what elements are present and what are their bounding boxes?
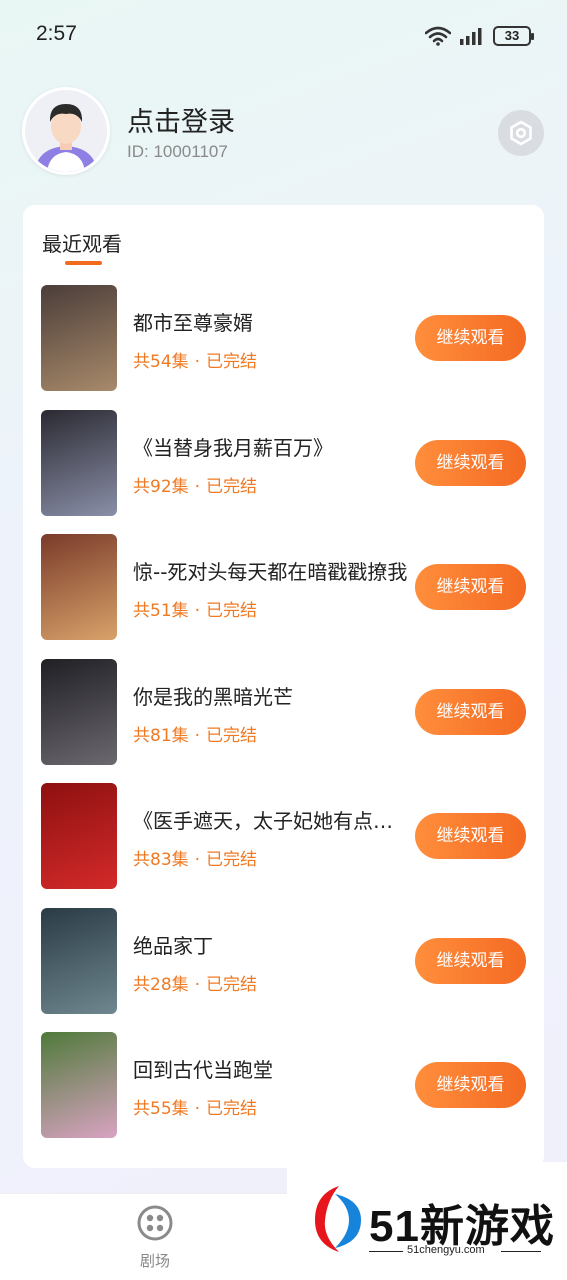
- recent-watch-title: 最近观看: [42, 232, 122, 256]
- continue-watching-button[interactable]: 继续观看: [415, 688, 526, 735]
- profile-header: 点击登录 ID: 10001107: [0, 85, 567, 185]
- drama-status: 已完结: [206, 725, 258, 746]
- drama-meta: 共55集 · 已完结: [133, 1094, 257, 1119]
- wifi-icon: [425, 26, 451, 46]
- drama-episodes: 共81集: [133, 725, 189, 746]
- recent-watch-card: 最近观看 都市至尊豪婿 共54集 · 已完结 继续观看 《当替身我月薪百万》 共92…: [23, 205, 544, 1168]
- drama-title: 你是我的黑暗光芒: [133, 684, 293, 709]
- drama-item[interactable]: 绝品家丁 共28集 · 已完结 继续观看: [23, 907, 544, 1033]
- watermark-logo-icon: [315, 1186, 361, 1252]
- continue-watching-button[interactable]: 继续观看: [415, 937, 526, 984]
- drama-title: 惊--死对头每天都在暗戳戳撩我: [133, 560, 408, 584]
- drama-item[interactable]: 你是我的黑暗光芒 共81集 · 已完结 继续观看: [23, 658, 544, 784]
- drama-episodes: 共83集: [133, 850, 189, 870]
- default-avatar-icon: [25, 90, 107, 172]
- continue-watching-button[interactable]: 继续观看: [415, 1062, 526, 1108]
- drama-episodes: 共55集: [133, 1099, 189, 1119]
- drama-status: 已完结: [206, 974, 258, 995]
- theater-icon: [137, 1205, 173, 1241]
- watermark-line-right: [501, 1251, 541, 1252]
- drama-meta: 共51集 · 已完结: [133, 596, 257, 621]
- drama-status: 已完结: [206, 1099, 258, 1119]
- meta-separator: ·: [194, 352, 201, 372]
- drama-episodes: 共51集: [133, 601, 189, 621]
- drama-title: 《当替身我月薪百万》: [133, 435, 333, 460]
- avatar[interactable]: [22, 87, 110, 175]
- meta-separator: ·: [194, 850, 201, 870]
- user-id: ID: 10001107: [127, 142, 228, 161]
- drama-list: 都市至尊豪婿 共54集 · 已完结 继续观看 《当替身我月薪百万》 共92集 · 已完结…: [23, 285, 544, 1157]
- drama-meta: 共81集 · 已完结: [133, 721, 257, 746]
- site-watermark: 51新游戏 51chengyu.com: [287, 1162, 567, 1280]
- meta-separator: ·: [194, 1099, 201, 1119]
- settings-hexagon-icon: [510, 120, 532, 146]
- continue-watching-button[interactable]: 继续观看: [415, 439, 526, 486]
- drama-cover[interactable]: [41, 783, 117, 889]
- meta-separator: ·: [194, 476, 201, 497]
- battery-icon: 33: [493, 26, 534, 46]
- drama-item[interactable]: 都市至尊豪婿 共54集 · 已完结 继续观看: [23, 285, 544, 410]
- continue-watching-button[interactable]: 继续观看: [415, 315, 526, 361]
- drama-item[interactable]: 回到古代当跑堂 共55集 · 已完结 继续观看: [23, 1032, 544, 1157]
- drama-cover[interactable]: [41, 658, 117, 765]
- drama-cover[interactable]: [41, 409, 117, 516]
- drama-cover[interactable]: [41, 1032, 117, 1138]
- drama-status: 已完结: [206, 601, 258, 621]
- drama-episodes: 共54集: [133, 352, 189, 372]
- settings-button[interactable]: [498, 110, 544, 156]
- drama-meta: 共83集 · 已完结: [133, 845, 257, 870]
- drama-meta: 共28集 · 已完结: [133, 970, 257, 995]
- meta-separator: ·: [194, 974, 201, 995]
- continue-watching-button[interactable]: 继续观看: [415, 564, 526, 610]
- drama-status: 已完结: [206, 352, 258, 372]
- drama-episodes: 共92集: [133, 476, 189, 497]
- drama-cover[interactable]: [41, 285, 117, 391]
- watermark-line-left: [369, 1251, 403, 1252]
- continue-watching-button[interactable]: 继续观看: [415, 813, 526, 859]
- drama-meta: 共92集 · 已完结: [133, 472, 257, 497]
- meta-separator: ·: [194, 601, 201, 621]
- meta-separator: ·: [194, 725, 201, 746]
- drama-cover[interactable]: [41, 907, 117, 1014]
- drama-episodes: 共28集: [133, 974, 189, 995]
- watermark-sub: 51chengyu.com: [407, 1244, 485, 1256]
- drama-item[interactable]: 惊--死对头每天都在暗戳戳撩我 共51集 · 已完结 继续观看: [23, 534, 544, 659]
- tab-theater[interactable]: 剧场: [125, 1204, 185, 1274]
- status-icons: 33: [425, 24, 534, 48]
- recent-watch-underline: [65, 261, 102, 265]
- status-bar: 2:57 33: [0, 0, 567, 70]
- drama-title: 绝品家丁: [133, 933, 213, 958]
- drama-item[interactable]: 《当替身我月薪百万》 共92集 · 已完结 继续观看: [23, 409, 544, 535]
- signal-icon: [460, 28, 482, 45]
- status-time: 2:57: [36, 22, 77, 45]
- drama-title: 都市至尊豪婿: [133, 311, 253, 335]
- login-title[interactable]: 点击登录: [127, 100, 235, 139]
- drama-status: 已完结: [206, 476, 258, 497]
- drama-title: 回到古代当跑堂: [133, 1058, 273, 1082]
- tab-theater-label: 剧场: [139, 1252, 170, 1270]
- drama-status: 已完结: [206, 850, 258, 870]
- drama-meta: 共54集 · 已完结: [133, 347, 257, 372]
- drama-title: 《医手遮天，太子妃她有点飒》: [133, 809, 411, 833]
- drama-cover[interactable]: [41, 534, 117, 640]
- drama-item[interactable]: 《医手遮天，太子妃她有点飒》 共83集 · 已完结 继续观看: [23, 783, 544, 908]
